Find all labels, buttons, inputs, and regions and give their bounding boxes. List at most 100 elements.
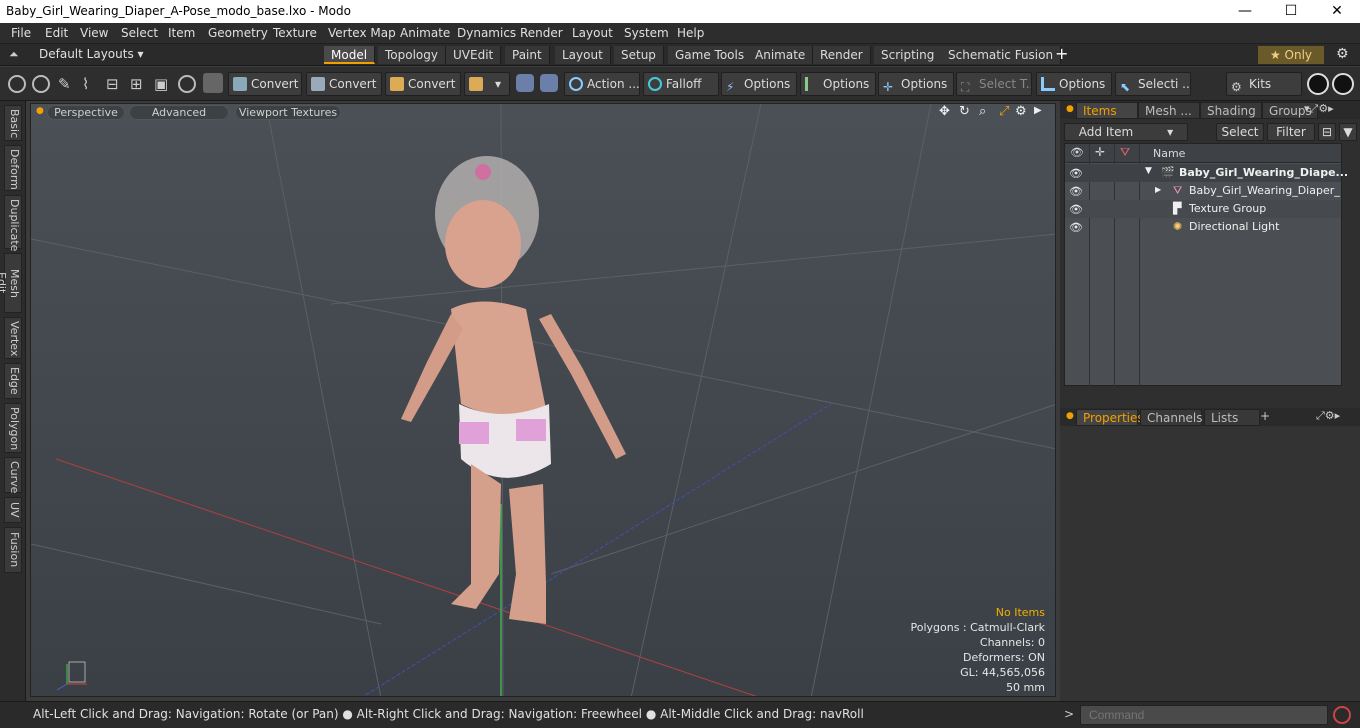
perspective-dropdown[interactable]: Perspective <box>47 105 125 120</box>
gear-icon[interactable]: ⚙ <box>1336 46 1349 62</box>
tab-paint[interactable]: Paint <box>505 46 550 64</box>
tab-edge[interactable]: Edge <box>4 363 22 399</box>
viewport-dot-icon[interactable]: ● <box>36 106 44 116</box>
rotate-icon[interactable]: ↻ <box>959 104 970 119</box>
tab-shading[interactable]: Shading <box>1200 102 1262 119</box>
menu-item[interactable]: Item <box>168 26 195 40</box>
tab-items[interactable]: Items <box>1076 102 1138 119</box>
tab-mesh[interactable]: Mesh ... <box>1138 102 1200 119</box>
panel-menu-icon[interactable]: ▾⤢⚙▸ <box>1304 102 1334 116</box>
add-item-button[interactable]: Add Item ▾ <box>1064 123 1188 141</box>
tab-render[interactable]: Render <box>813 46 871 64</box>
workplane-icon[interactable] <box>540 74 558 92</box>
selection-button[interactable]: ⬉ Selecti ... <box>1115 72 1191 96</box>
tab-lists[interactable]: Lists <box>1204 409 1260 426</box>
tab-game-tools[interactable]: Game Tools <box>668 46 753 64</box>
tab-animate[interactable]: Animate <box>748 46 814 64</box>
tab-uvedit[interactable]: UVEdit <box>446 46 502 64</box>
viewport-textures-dropdown[interactable]: Viewport Textures <box>235 105 341 120</box>
falloff-button[interactable]: Falloff <box>643 72 719 96</box>
menu-vertex-map[interactable]: Vertex Map <box>328 26 396 40</box>
arrow-right-icon[interactable]: ▶ <box>1034 105 1042 116</box>
add-tab-button[interactable]: + <box>1055 44 1068 63</box>
minimize-button[interactable]: — <box>1222 1 1268 21</box>
funnel-icon[interactable]: ▼ <box>1339 123 1357 141</box>
options-button-3[interactable]: ✛ Options <box>878 72 954 96</box>
maximize-button[interactable]: ☐ <box>1268 1 1314 21</box>
item-type-column-icon[interactable]: ⛛ <box>1120 145 1130 160</box>
tab-setup[interactable]: Setup <box>614 46 664 64</box>
menu-help[interactable]: Help <box>677 26 704 40</box>
panel-dot-icon[interactable]: ● <box>1066 104 1074 114</box>
collapse-all-icon[interactable]: ⊟ <box>1318 123 1336 141</box>
menu-view[interactable]: View <box>80 26 108 40</box>
convert-button-3[interactable]: Convert <box>385 72 461 96</box>
tree-row-texture-group[interactable]: 👁 ▛ Texture Group <box>1065 200 1341 218</box>
tab-vertex[interactable]: Vertex <box>4 317 22 359</box>
menu-select[interactable]: Select <box>121 26 158 40</box>
tab-polygon[interactable]: Polygon <box>4 403 22 453</box>
pen-icon[interactable]: ✎ <box>58 75 71 93</box>
visibility-column-icon[interactable]: 👁 <box>1070 146 1084 159</box>
tab-duplicate[interactable]: Duplicate <box>4 195 22 251</box>
panel-menu-icon[interactable]: ⤢⚙▸ <box>1316 409 1340 423</box>
tree-row-light[interactable]: 👁 ✺ Directional Light <box>1065 218 1341 236</box>
menu-dynamics[interactable]: Dynamics <box>457 26 516 40</box>
edges-icon[interactable]: ⊟ <box>106 75 119 93</box>
unreal-icon[interactable] <box>1332 73 1354 95</box>
tree-row-mesh[interactable]: 👁 ▶ ⛛ Baby_Girl_Wearing_Diaper_ ... <box>1065 182 1341 210</box>
zoom-icon[interactable]: ⌕ <box>979 104 986 119</box>
action-center-button[interactable]: Action ... <box>564 72 640 96</box>
expand-icon[interactable]: ▼ <box>1145 166 1152 176</box>
expand-icon[interactable]: ▶ <box>1155 185 1161 194</box>
tab-layout[interactable]: Layout <box>555 46 611 64</box>
options-button-1[interactable]: ⚡ Options <box>721 72 797 96</box>
kits-button[interactable]: ⚙ Kits <box>1226 72 1302 96</box>
unity-icon[interactable] <box>1307 73 1329 95</box>
only-toggle[interactable]: ★ Only <box>1258 46 1324 64</box>
tab-mesh-edit[interactable]: Mesh Edit <box>0 253 22 313</box>
record-icon[interactable] <box>1333 706 1351 724</box>
menu-texture[interactable]: Texture <box>273 26 317 40</box>
tab-curve[interactable]: Curve <box>4 457 22 493</box>
materials-icon[interactable] <box>178 75 196 93</box>
snap-dropdown[interactable]: ▾ <box>464 72 510 96</box>
menu-animate[interactable]: Animate <box>400 26 450 40</box>
advanced-dropdown[interactable]: Advanced <box>129 105 229 120</box>
menu-file[interactable]: File <box>11 26 31 40</box>
default-layouts-dropdown[interactable]: Default Layouts ▾ <box>39 47 144 61</box>
settings-icon[interactable]: ⚙ <box>1015 104 1027 119</box>
tab-channels[interactable]: Channels <box>1140 409 1203 426</box>
filter-button[interactable]: Filter <box>1267 123 1315 141</box>
options-button-2[interactable]: Options <box>800 72 876 96</box>
lasso-icon[interactable]: ⌇ <box>82 75 89 93</box>
tab-model[interactable]: Model <box>324 46 376 64</box>
globe-icon[interactable] <box>32 75 50 93</box>
eye-icon[interactable]: 👁 <box>1069 167 1083 180</box>
tab-fusion[interactable]: Fusion <box>4 527 22 573</box>
polygons-icon[interactable]: ⊞ <box>130 75 143 93</box>
eye-icon[interactable]: 👁 <box>1069 185 1083 198</box>
convert-button-2[interactable]: Convert <box>306 72 382 96</box>
tree-row-scene[interactable]: 👁 ▼ 🎬 Baby_Girl_Wearing_Diape... <box>1065 164 1348 182</box>
tab-uv[interactable]: UV <box>4 497 22 523</box>
tab-schematic-fusion[interactable]: Schematic Fusion <box>941 46 1062 64</box>
convert-button-1[interactable]: Convert <box>228 72 302 96</box>
name-column-header[interactable]: Name <box>1153 147 1185 160</box>
menu-edit[interactable]: Edit <box>45 26 68 40</box>
items-tree[interactable]: 👁 ✛ ⛛ Name 👁 ▼ 🎬 Baby_Girl_Wearing_Diape… <box>1064 143 1348 387</box>
close-button[interactable]: ✕ <box>1314 1 1360 21</box>
select-vertices-icon[interactable] <box>8 75 26 93</box>
tab-scripting[interactable]: Scripting <box>874 46 943 64</box>
menu-system[interactable]: System <box>624 26 669 40</box>
select-through-button[interactable]: ⛶ Select T... <box>956 72 1032 96</box>
tab-properties[interactable]: Properties <box>1076 409 1144 426</box>
select-button[interactable]: Select <box>1216 123 1264 141</box>
eye-icon[interactable]: 👁 <box>1069 203 1083 216</box>
menu-layout[interactable]: Layout <box>572 26 613 40</box>
3d-viewport[interactable]: ● Perspective Advanced Viewport Textures… <box>30 103 1056 697</box>
symmetry-icon[interactable] <box>516 74 534 92</box>
collapse-icon[interactable]: ⏶ <box>9 47 19 62</box>
command-input[interactable] <box>1080 705 1328 725</box>
tab-basic[interactable]: Basic <box>4 105 22 141</box>
